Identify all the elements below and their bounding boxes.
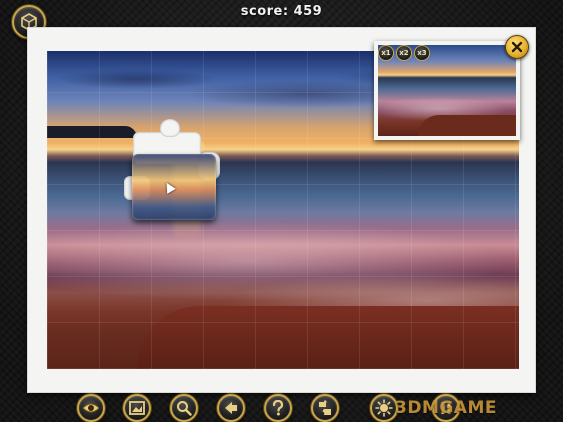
puzzle-pieces-icon (319, 400, 331, 415)
empty-piece-slot-tab (160, 119, 180, 137)
zoom-x3-button[interactable]: x3 (414, 45, 430, 61)
pieces-button[interactable] (311, 394, 339, 422)
preview-sand (418, 115, 516, 136)
zoom-x2-button[interactable]: x2 (396, 45, 412, 61)
help-icon (272, 400, 284, 416)
zoom-x1-button[interactable]: x1 (378, 45, 394, 61)
watermark-logo: 3DMGAME (395, 398, 497, 418)
close-preview-button[interactable] (505, 35, 529, 59)
sort-pieces-button[interactable] (217, 394, 245, 422)
score-display: score: 459 (240, 4, 323, 19)
arrow-icon (225, 402, 237, 414)
sun-icon (375, 399, 393, 417)
close-icon (511, 41, 523, 53)
picture-frame-icon (129, 401, 145, 415)
show-hint-button[interactable] (77, 394, 105, 422)
zoom-button[interactable] (170, 394, 198, 422)
light-button[interactable] (370, 394, 398, 422)
show-picture-button[interactable] (123, 394, 151, 422)
magnifier-icon (177, 401, 192, 416)
eye-icon (82, 403, 100, 413)
help-button[interactable] (264, 394, 292, 422)
